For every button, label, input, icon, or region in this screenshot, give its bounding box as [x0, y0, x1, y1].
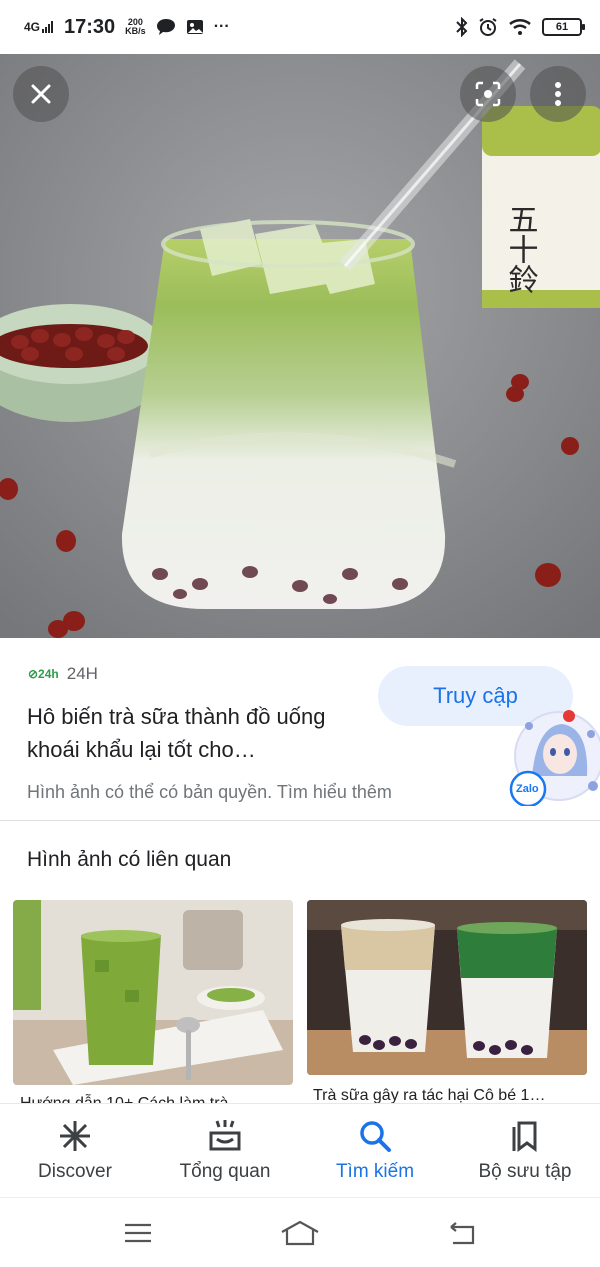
zalo-label: Zalo [516, 783, 539, 795]
menu-icon[interactable] [123, 1222, 153, 1244]
lens-button[interactable] [460, 66, 516, 122]
section-divider [0, 820, 600, 821]
source-name: 24H [66, 664, 98, 683]
home-icon[interactable] [280, 1220, 320, 1246]
bottom-navigation: Discover Tổng quan Tìm kiếm Bộ sưu tập [0, 1103, 600, 1197]
collections-icon [512, 1121, 537, 1152]
related-image-2[interactable] [307, 900, 587, 1075]
result-title[interactable]: Hô biến trà sữa thành đồ uống khoái khẩu… [27, 700, 367, 766]
more-notifications: ··· [213, 18, 230, 35]
bubble-tea-thumbnail [307, 900, 587, 1075]
status-right: 61 [456, 17, 585, 37]
network-indicator: 4G [24, 21, 54, 33]
gallery-icon [186, 20, 203, 34]
nav-search[interactable]: Tìm kiếm [300, 1104, 450, 1197]
nav-collections-label: Bộ sưu tập [478, 1160, 572, 1182]
nav-discover[interactable]: Discover [0, 1104, 150, 1197]
hero-image[interactable]: 五十鈴 [0, 54, 600, 638]
clock: 17:30 [64, 15, 116, 38]
source-logo: ⊘24h [28, 667, 59, 681]
zalo-chat-bubble[interactable]: Zalo [507, 706, 600, 808]
nav-search-label: Tìm kiếm [335, 1160, 415, 1182]
more-options-button[interactable] [530, 66, 586, 122]
jar-label: 五十鈴 [503, 204, 539, 294]
copyright-notice[interactable]: Hình ảnh có thể có bản quyền. Tìm hiểu t… [27, 782, 392, 803]
matcha-glass-thumbnail [13, 900, 293, 1085]
result-source[interactable]: ⊘24h 24H [28, 664, 98, 684]
chat-icon [156, 19, 175, 35]
nav-updates[interactable]: Tổng quan [150, 1104, 300, 1197]
related-heading: Hình ảnh có liên quan [27, 848, 232, 871]
network-speed: 200 KB/s [125, 18, 146, 36]
search-icon [360, 1120, 391, 1152]
more-vert-icon [555, 82, 561, 106]
system-navigation [0, 1197, 600, 1267]
alarm-icon [479, 18, 497, 36]
matcha-latte-photo: 五十鈴 [0, 54, 600, 638]
lens-icon [475, 81, 501, 107]
bluetooth-icon [456, 17, 468, 37]
close-button[interactable] [13, 66, 69, 122]
updates-icon [209, 1119, 241, 1150]
related-image-1[interactable] [13, 900, 293, 1085]
back-icon[interactable] [447, 1221, 477, 1245]
speed-unit: KB/s [125, 26, 146, 36]
signal-icon [42, 21, 54, 33]
nav-discover-label: Discover [38, 1160, 112, 1182]
wifi-icon [509, 19, 531, 35]
nav-updates-label: Tổng quan [179, 1160, 271, 1182]
network-label: 4G [24, 20, 41, 34]
battery-indicator: 61 [542, 18, 585, 36]
nav-collections[interactable]: Bộ sưu tập [450, 1104, 600, 1197]
status-left: 4G 17:30 200 KB/s ··· [24, 16, 230, 39]
status-bar: 4G 17:30 200 KB/s ··· 61 [0, 0, 600, 54]
asterisk-icon [60, 1120, 90, 1151]
close-icon [31, 84, 51, 104]
